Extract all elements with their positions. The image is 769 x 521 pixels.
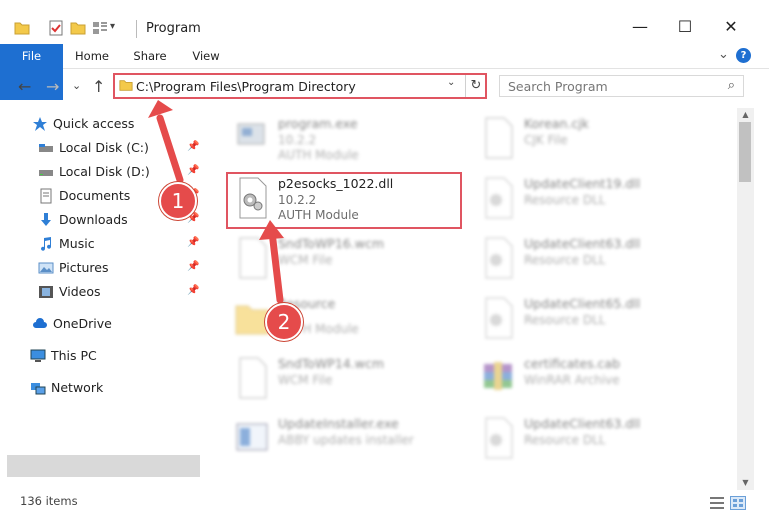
annotation-overlay — [148, 100, 284, 304]
arrow-1 — [148, 100, 184, 184]
item-count: 136 items — [20, 494, 78, 508]
status-bar: 136 items — [0, 490, 769, 521]
callout-2: 2 — [265, 303, 303, 341]
arrow-2 — [259, 220, 284, 304]
details-view-icon[interactable] — [709, 496, 725, 510]
large-icons-view-icon[interactable] — [730, 496, 746, 510]
callout-1: 1 — [159, 182, 197, 220]
